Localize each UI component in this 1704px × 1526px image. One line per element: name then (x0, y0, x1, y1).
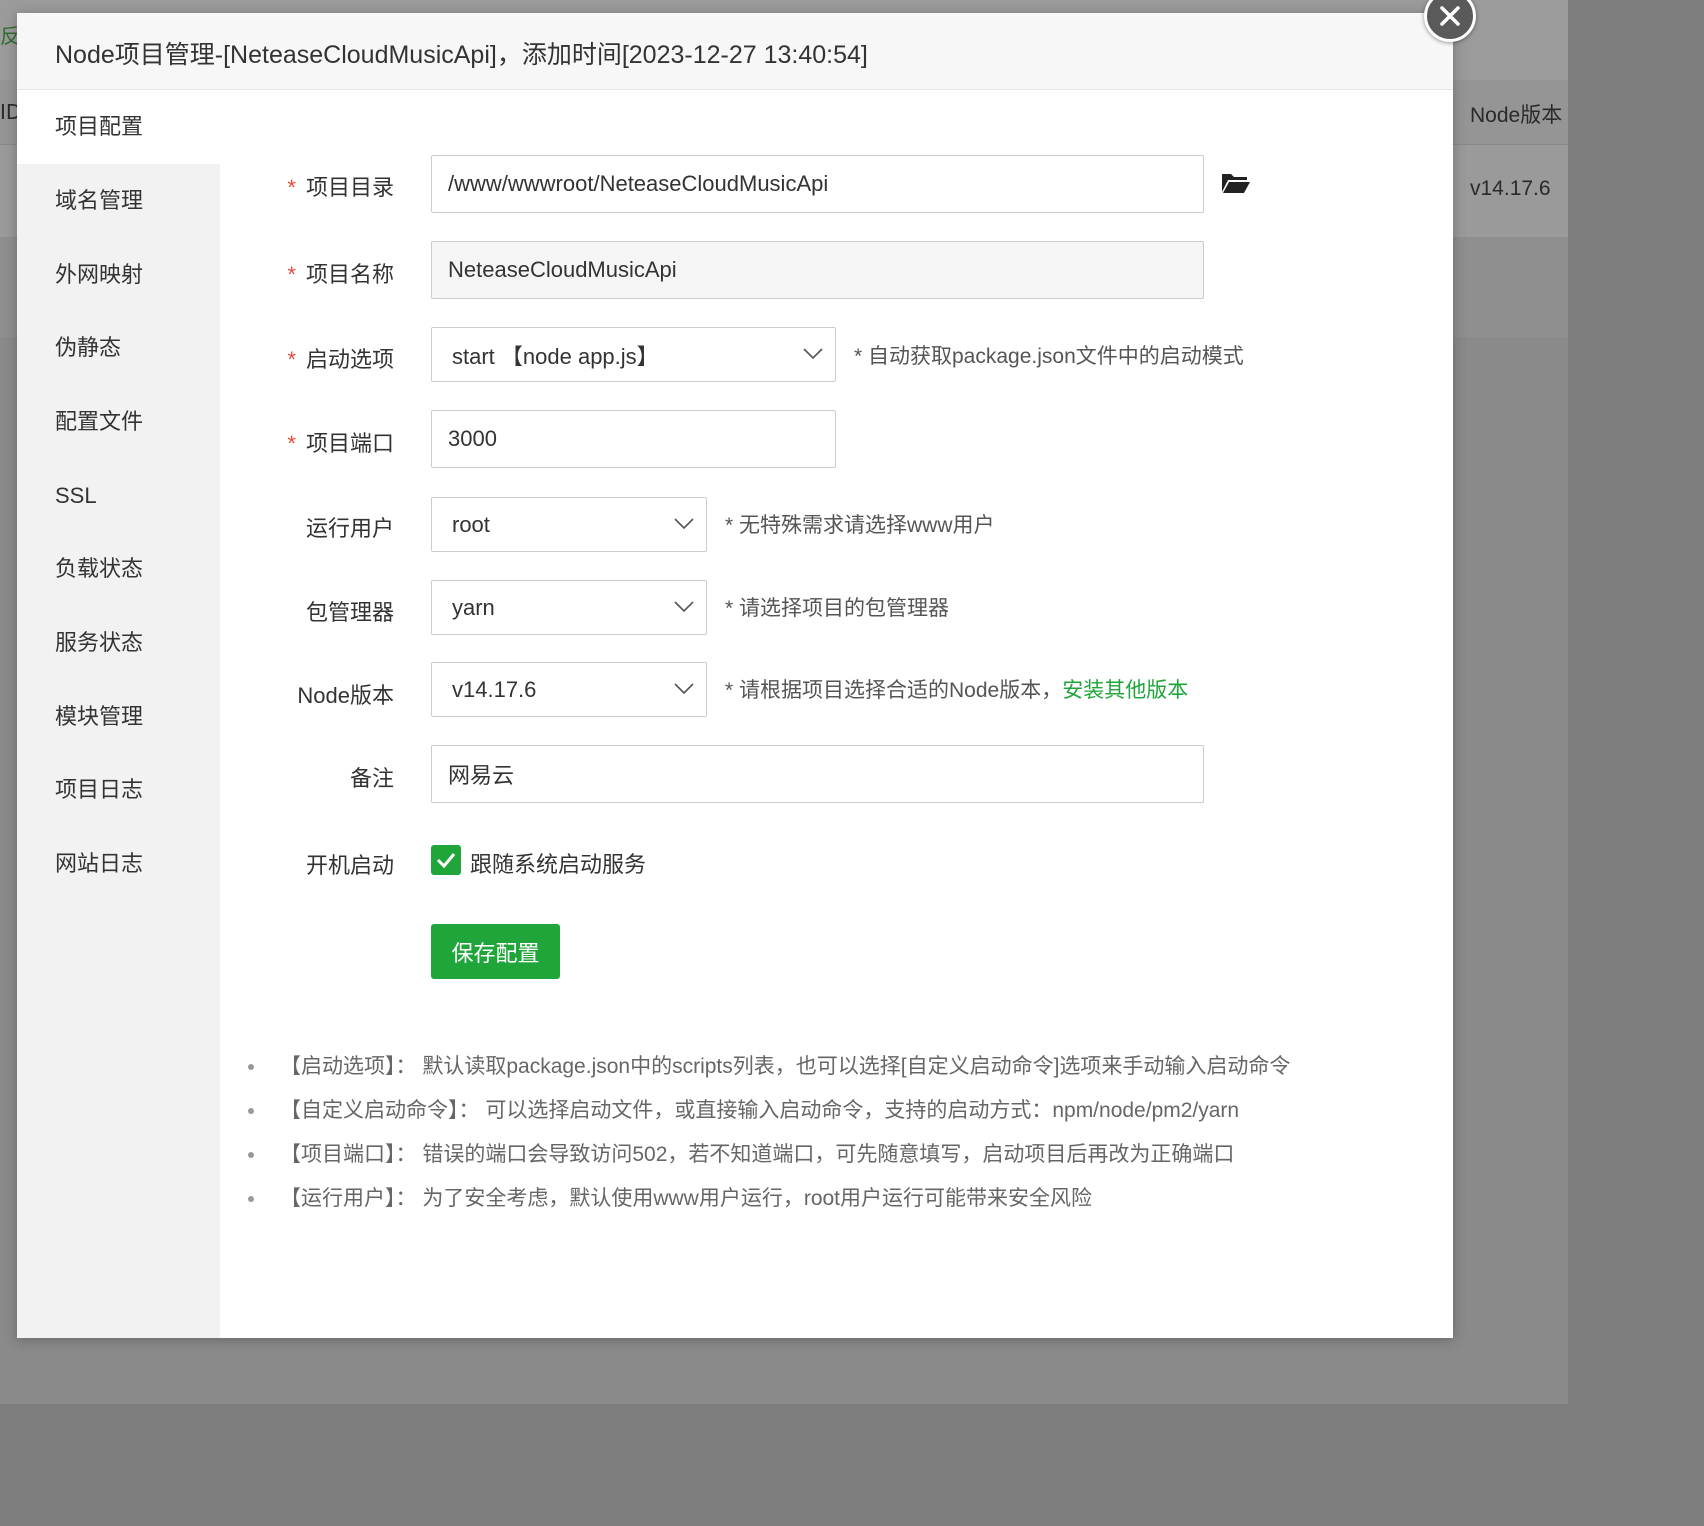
sidebar-item-load-status[interactable]: 负载状态 (17, 532, 220, 606)
run-user-select[interactable]: root (431, 497, 707, 552)
close-icon (1440, 6, 1460, 26)
install-other-versions-link[interactable]: 安装其他版本 (1062, 679, 1188, 702)
sidebar-item-service-status[interactable]: 服务状态 (17, 606, 220, 680)
chevron-down-icon (803, 347, 823, 359)
package-manager-select[interactable]: yarn (431, 580, 707, 635)
node-version-hint-text: * 请根据项目选择合适的Node版本， (725, 679, 1063, 702)
node-version-label: Node版本 (297, 683, 394, 708)
sidebar-item-external-mapping[interactable]: 外网映射 (17, 238, 220, 312)
dialog-header: Node项目管理-[NeteaseCloudMusicApi]，添加时间[202… (17, 13, 1453, 90)
required-mark: * (287, 347, 296, 372)
package-manager-hint: * 请选择项目的包管理器 (725, 597, 950, 620)
dialog-title: Node项目管理-[NeteaseCloudMusicApi]，添加时间[202… (55, 41, 868, 69)
package-manager-label: 包管理器 (305, 600, 394, 625)
project-name-label: * 项目名称 (194, 257, 394, 289)
autostart-checkbox[interactable] (431, 845, 461, 875)
run-user-hint: * 无特殊需求请选择www用户 (725, 514, 995, 537)
run-user-label: 运行用户 (305, 516, 394, 541)
remark-input[interactable]: 网易云 (431, 745, 1204, 803)
project-name-label-text: 项目名称 (305, 262, 394, 287)
sidebar-item-config-file[interactable]: 配置文件 (17, 385, 220, 459)
background-node-version-value: v14.17.6 (1470, 177, 1551, 200)
dialog-sidebar: 项目配置 域名管理 外网映射 伪静态 配置文件 SSL 负载状态 服务状态 模块… (17, 90, 220, 1338)
sidebar-item-project-config[interactable]: 项目配置 (17, 90, 220, 164)
node-version-hint: * 请根据项目选择合适的Node版本，安装其他版本 (725, 674, 1188, 704)
required-mark: * (287, 175, 296, 200)
project-dir-label: * 项目目录 (194, 170, 394, 202)
run-user-value: root (452, 511, 490, 537)
start-option-value: start 【node app.js】 (452, 343, 659, 369)
background-node-version-header: Node版本 (1470, 104, 1563, 127)
note-item: 【运行用户】： 为了安全考虑，默认使用www用户运行，root用户运行可能带来安… (247, 1177, 1290, 1221)
project-name-input[interactable]: NeteaseCloudMusicApi (431, 241, 1204, 299)
save-config-button[interactable]: 保存配置 (431, 924, 560, 979)
sidebar-item-rewrite[interactable]: 伪静态 (17, 311, 220, 385)
required-mark: * (287, 262, 296, 287)
project-port-label: * 项目端口 (194, 426, 394, 458)
project-port-label-text: 项目端口 (305, 431, 394, 456)
autostart-checkbox-label[interactable]: 跟随系统启动服务 (470, 847, 646, 879)
chevron-down-icon (674, 600, 694, 612)
folder-open-icon[interactable] (1221, 171, 1251, 195)
chevron-down-icon (674, 517, 694, 529)
start-option-hint: * 自动获取package.json文件中的启动模式 (854, 345, 1244, 368)
note-item: 【项目端口】： 错误的端口会导致访问502，若不知道端口，可先随意填写，启动项目… (247, 1133, 1290, 1177)
project-dir-label-text: 项目目录 (305, 175, 394, 200)
node-version-select[interactable]: v14.17.6 (431, 662, 707, 717)
note-item: 【启动选项】： 默认读取package.json中的scripts列表，也可以选… (247, 1045, 1290, 1089)
remark-label: 备注 (349, 766, 394, 791)
start-option-select[interactable]: start 【node app.js】 (431, 327, 836, 382)
start-option-label: * 启动选项 (194, 342, 394, 374)
node-version-value: v14.17.6 (452, 676, 537, 702)
project-dir-input[interactable]: /www/wwwroot/NeteaseCloudMusicApi (431, 155, 1204, 213)
required-mark: * (287, 431, 296, 456)
autostart-label: 开机启动 (305, 853, 394, 878)
sidebar-item-modules[interactable]: 模块管理 (17, 680, 220, 754)
sidebar-item-domain[interactable]: 域名管理 (17, 164, 220, 238)
checkmark-icon (436, 853, 456, 869)
sidebar-item-project-log[interactable]: 项目日志 (17, 753, 220, 827)
sidebar-item-ssl[interactable]: SSL (17, 459, 220, 533)
note-item: 【自定义启动命令】： 可以选择启动文件，或直接输入启动命令，支持的启动方式：np… (247, 1089, 1290, 1133)
project-port-input[interactable]: 3000 (431, 410, 836, 468)
help-notes: 【启动选项】： 默认读取package.json中的scripts列表，也可以选… (247, 1045, 1290, 1221)
start-option-label-text: 启动选项 (305, 347, 394, 372)
package-manager-value: yarn (452, 594, 495, 620)
sidebar-item-site-log[interactable]: 网站日志 (17, 827, 220, 901)
chevron-down-icon (674, 682, 694, 694)
